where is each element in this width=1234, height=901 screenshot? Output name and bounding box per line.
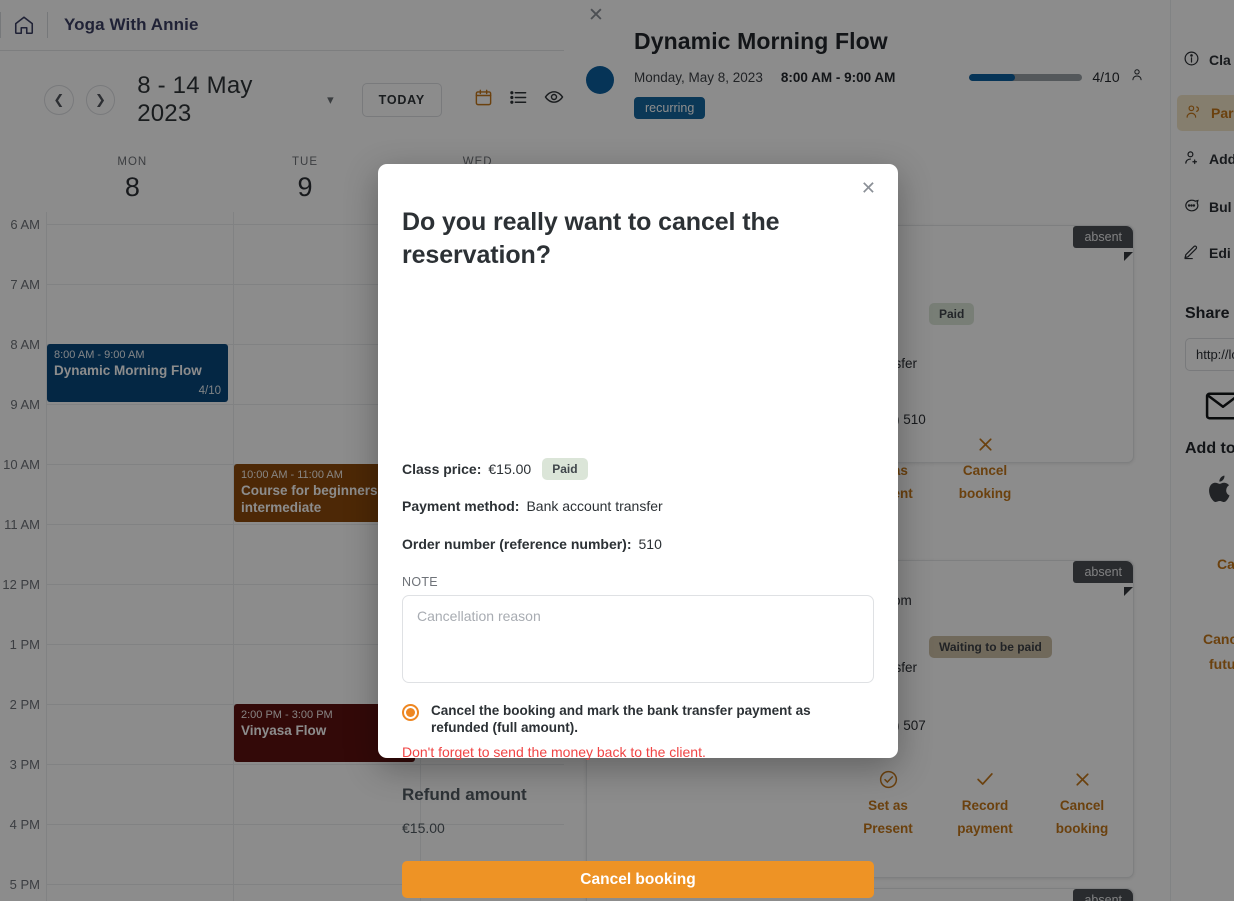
close-icon[interactable]: ✕ [861, 179, 876, 197]
dialog-title: Do you really want to cancel the reserva… [402, 208, 780, 269]
refund-option-label: Cancel the booking and mark the bank tra… [431, 703, 811, 736]
payment-method-label: Payment method: [402, 498, 520, 514]
refund-warning-text: Don't forget to send the money back to t… [402, 744, 706, 760]
class-price-value: €15.00 [488, 461, 532, 477]
order-number-label: Order number (reference number): [402, 536, 632, 552]
refund-radio-button[interactable] [402, 704, 419, 721]
class-price-label: Class price: [402, 461, 482, 477]
refund-option-row[interactable]: Cancel the booking and mark the bank tra… [402, 702, 870, 737]
refund-amount-value: €15.00 [402, 820, 445, 836]
cancel-reservation-dialog: ✕ Do you really want to cancel the reser… [378, 164, 898, 898]
cancel-booking-button[interactable]: Cancel booking [402, 861, 874, 898]
class-price-row: Class price: €15.00 Paid [402, 458, 588, 480]
order-number-row: Order number (reference number): 510 [402, 536, 662, 552]
payment-method-value: Bank account transfer [526, 498, 663, 514]
class-price-status-badge: Paid [542, 458, 588, 480]
note-label: NOTE [402, 575, 438, 589]
payment-method-row: Payment method: Bank account transfer [402, 498, 663, 514]
order-number-value: 510 [638, 536, 662, 552]
refund-amount-heading: Refund amount [402, 785, 527, 804]
cancellation-reason-input[interactable] [402, 595, 874, 683]
